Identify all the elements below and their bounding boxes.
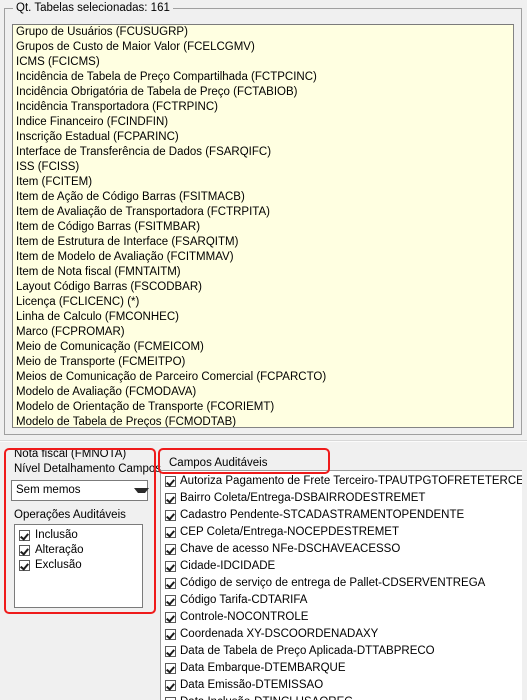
table-list-item[interactable]: Item de Avaliação de Transportadora (FCT… [13,205,513,220]
chevron-down-icon[interactable] [130,481,149,500]
checkbox-icon[interactable] [19,545,30,556]
field-checkbox-row[interactable]: CEP Coleta/Entrega-NOCEPDESTREMET [161,524,522,541]
table-list-item[interactable]: Indice Financeiro (FCINDFIN) [13,115,513,130]
field-checkbox-row[interactable]: Bairro Coleta/Entrega-DSBAIRRODESTREMET [161,490,522,507]
table-list-item[interactable]: ISS (FCISS) [13,160,513,175]
selected-tables-caption: Qt. Tabelas selecionadas: 161 [13,1,173,15]
operations-checklist[interactable]: Inclusão Alteração Exclusão [14,524,143,608]
checkbox-icon[interactable] [165,527,176,538]
table-list-item[interactable]: Item de Código Barras (FSITMBAR) [13,220,513,235]
table-list-item[interactable]: Incidência Transportadora (FCTRPINC) [13,100,513,115]
field-label: Controle-NOCONTROLE [180,611,309,623]
field-label: Autoriza Pagamento de Frete Terceiro-TPA… [180,475,522,487]
field-checkbox-row[interactable]: Controle-NOCONTROLE [161,609,522,626]
table-list-item[interactable]: Meio de Comunicação (FCMEICOM) [13,340,513,355]
table-list-item[interactable]: Layout Código Barras (FSCODBAR) [13,280,513,295]
field-checkbox-row[interactable]: Código de serviço de entrega de Pallet-C… [161,575,522,592]
table-list-item[interactable]: Incidência de Tabela de Preço Compartilh… [13,70,513,85]
field-label: Data Emissão-DTEMISSAO [180,679,324,691]
field-label: CEP Coleta/Entrega-NOCEPDESTREMET [180,526,399,538]
table-list-item[interactable]: Incidência Obrigatória de Tabela de Preç… [13,85,513,100]
field-checkbox-row[interactable]: Autoriza Pagamento de Frete Terceiro-TPA… [161,473,522,490]
table-list-item[interactable]: Meio de Transporte (FCMEITPO) [13,355,513,370]
detail-level-select[interactable]: Sem memos [11,480,149,501]
audit-configuration-window: Qt. Tabelas selecionadas: 161 Grupo de U… [0,0,527,700]
field-label: Coordenada XY-DSCOORDENADAXY [180,628,379,640]
field-checkbox-row[interactable]: Data Emissão-DTEMISSAO [161,677,522,694]
table-list-item[interactable]: Item de Ação de Código Barras (FSITMACB) [13,190,513,205]
field-checkbox-row[interactable]: Coordenada XY-DSCOORDENADAXY [161,626,522,643]
table-list-item[interactable]: Modelo de Orientação de Transporte (FCOR… [13,400,513,415]
checkbox-icon[interactable] [165,578,176,589]
table-list-item[interactable]: Item (FCITEM) [13,175,513,190]
field-label: Código Tarifa-CDTARIFA [180,594,308,606]
checkbox-icon[interactable] [165,663,176,674]
table-list-item[interactable]: Grupos de Custo de Maior Valor (FCELCGMV… [13,40,513,55]
field-checkbox-row[interactable]: Cadastro Pendente-STCADASTRAMENTOPENDENT… [161,507,522,524]
checkbox-icon[interactable] [165,544,176,555]
checkbox-icon[interactable] [165,646,176,657]
table-list-item[interactable]: Interface de Transferência de Dados (FSA… [13,145,513,160]
table-list-item[interactable]: Item de Estrutura de Interface (FSARQITM… [13,235,513,250]
field-checkbox-row[interactable]: Data Inclusão-DTINCLUSAOREG [161,694,522,700]
field-label: Chave de acesso NFe-DSCHAVEACESSO [180,543,401,555]
tables-listbox[interactable]: Grupo de Usuários (FCUSUGRP) Grupos de Cu… [12,24,514,428]
table-list-item[interactable]: Linha de Calculo (FMCONHEC) [13,310,513,325]
table-list-item[interactable]: ICMS (FCICMS) [13,55,513,70]
checkbox-icon[interactable] [19,560,30,571]
checkbox-icon[interactable] [165,493,176,504]
operation-checkbox-row[interactable]: Alteração [19,543,142,558]
field-label: Cadastro Pendente-STCADASTRAMENTOPENDENT… [180,509,465,521]
checkbox-icon[interactable] [165,510,176,521]
checkbox-icon[interactable] [165,680,176,691]
table-list-item[interactable]: Item de Modelo de Avaliação (FCITMMAV) [13,250,513,265]
operation-checkbox-row[interactable]: Inclusão [19,528,142,543]
field-checkbox-row[interactable]: Chave de acesso NFe-DSCHAVEACESSO [161,541,522,558]
detail-level-value: Sem memos [16,484,81,496]
checkbox-icon[interactable] [165,629,176,640]
table-list-item[interactable]: Inscrição Estadual (FCPARINC) [13,130,513,145]
field-checkbox-row[interactable]: Cidade-IDCIDADE [161,558,522,575]
operation-label: Exclusão [35,559,82,571]
operations-label: Operações Auditáveis [14,509,126,521]
checkbox-icon[interactable] [19,530,30,541]
table-list-item[interactable]: Grupo de Usuários (FCUSUGRP) [13,25,513,40]
operation-label: Inclusão [35,529,78,541]
panel-divider-highlight [0,441,527,442]
table-list-item[interactable]: Marco (FCPROMAR) [13,325,513,340]
checkbox-icon[interactable] [165,476,176,487]
fields-checklist[interactable]: Autoriza Pagamento de Frete Terceiro-TPA… [160,470,522,700]
table-list-item[interactable]: Licença (FCLICENC) (*) [13,295,513,310]
field-checkbox-row[interactable]: Data Embarque-DTEMBARQUE [161,660,522,677]
field-label: Data de Tabela de Preço Aplicada-DTTABPR… [180,645,435,657]
table-list-item[interactable]: Modelo de Avaliação (FCMODAVA) [13,385,513,400]
field-checkbox-row[interactable]: Data de Tabela de Preço Aplicada-DTTABPR… [161,643,522,660]
field-label: Data Inclusão-DTINCLUSAOREG [180,694,353,700]
field-label: Cidade-IDCIDADE [180,560,276,572]
table-list-item[interactable]: Item de Nota fiscal (FMNTAITM) [13,265,513,280]
fields-panel-title: Campos Auditáveis [166,456,271,470]
table-list-item[interactable]: Meios de Comunicação de Parceiro Comerci… [13,370,513,385]
checkbox-icon[interactable] [165,595,176,606]
detail-level-label: Nível Detalhamento Campos [14,463,162,475]
operation-label: Alteração [35,544,84,556]
operation-checkbox-row[interactable]: Exclusão [19,558,142,573]
field-label: Bairro Coleta/Entrega-DSBAIRRODESTREMET [180,492,426,504]
table-list-item[interactable]: Modelo de Tabela de Preços (FCMODTAB) [13,415,513,427]
field-label: Data Embarque-DTEMBARQUE [180,662,346,674]
field-label: Código de serviço de entrega de Pallet-C… [180,577,486,589]
checkbox-icon[interactable] [165,612,176,623]
checkbox-icon[interactable] [165,561,176,572]
field-checkbox-row[interactable]: Código Tarifa-CDTARIFA [161,592,522,609]
detail-panel-title: Nota fiscal (FMNOTA) [14,448,127,460]
